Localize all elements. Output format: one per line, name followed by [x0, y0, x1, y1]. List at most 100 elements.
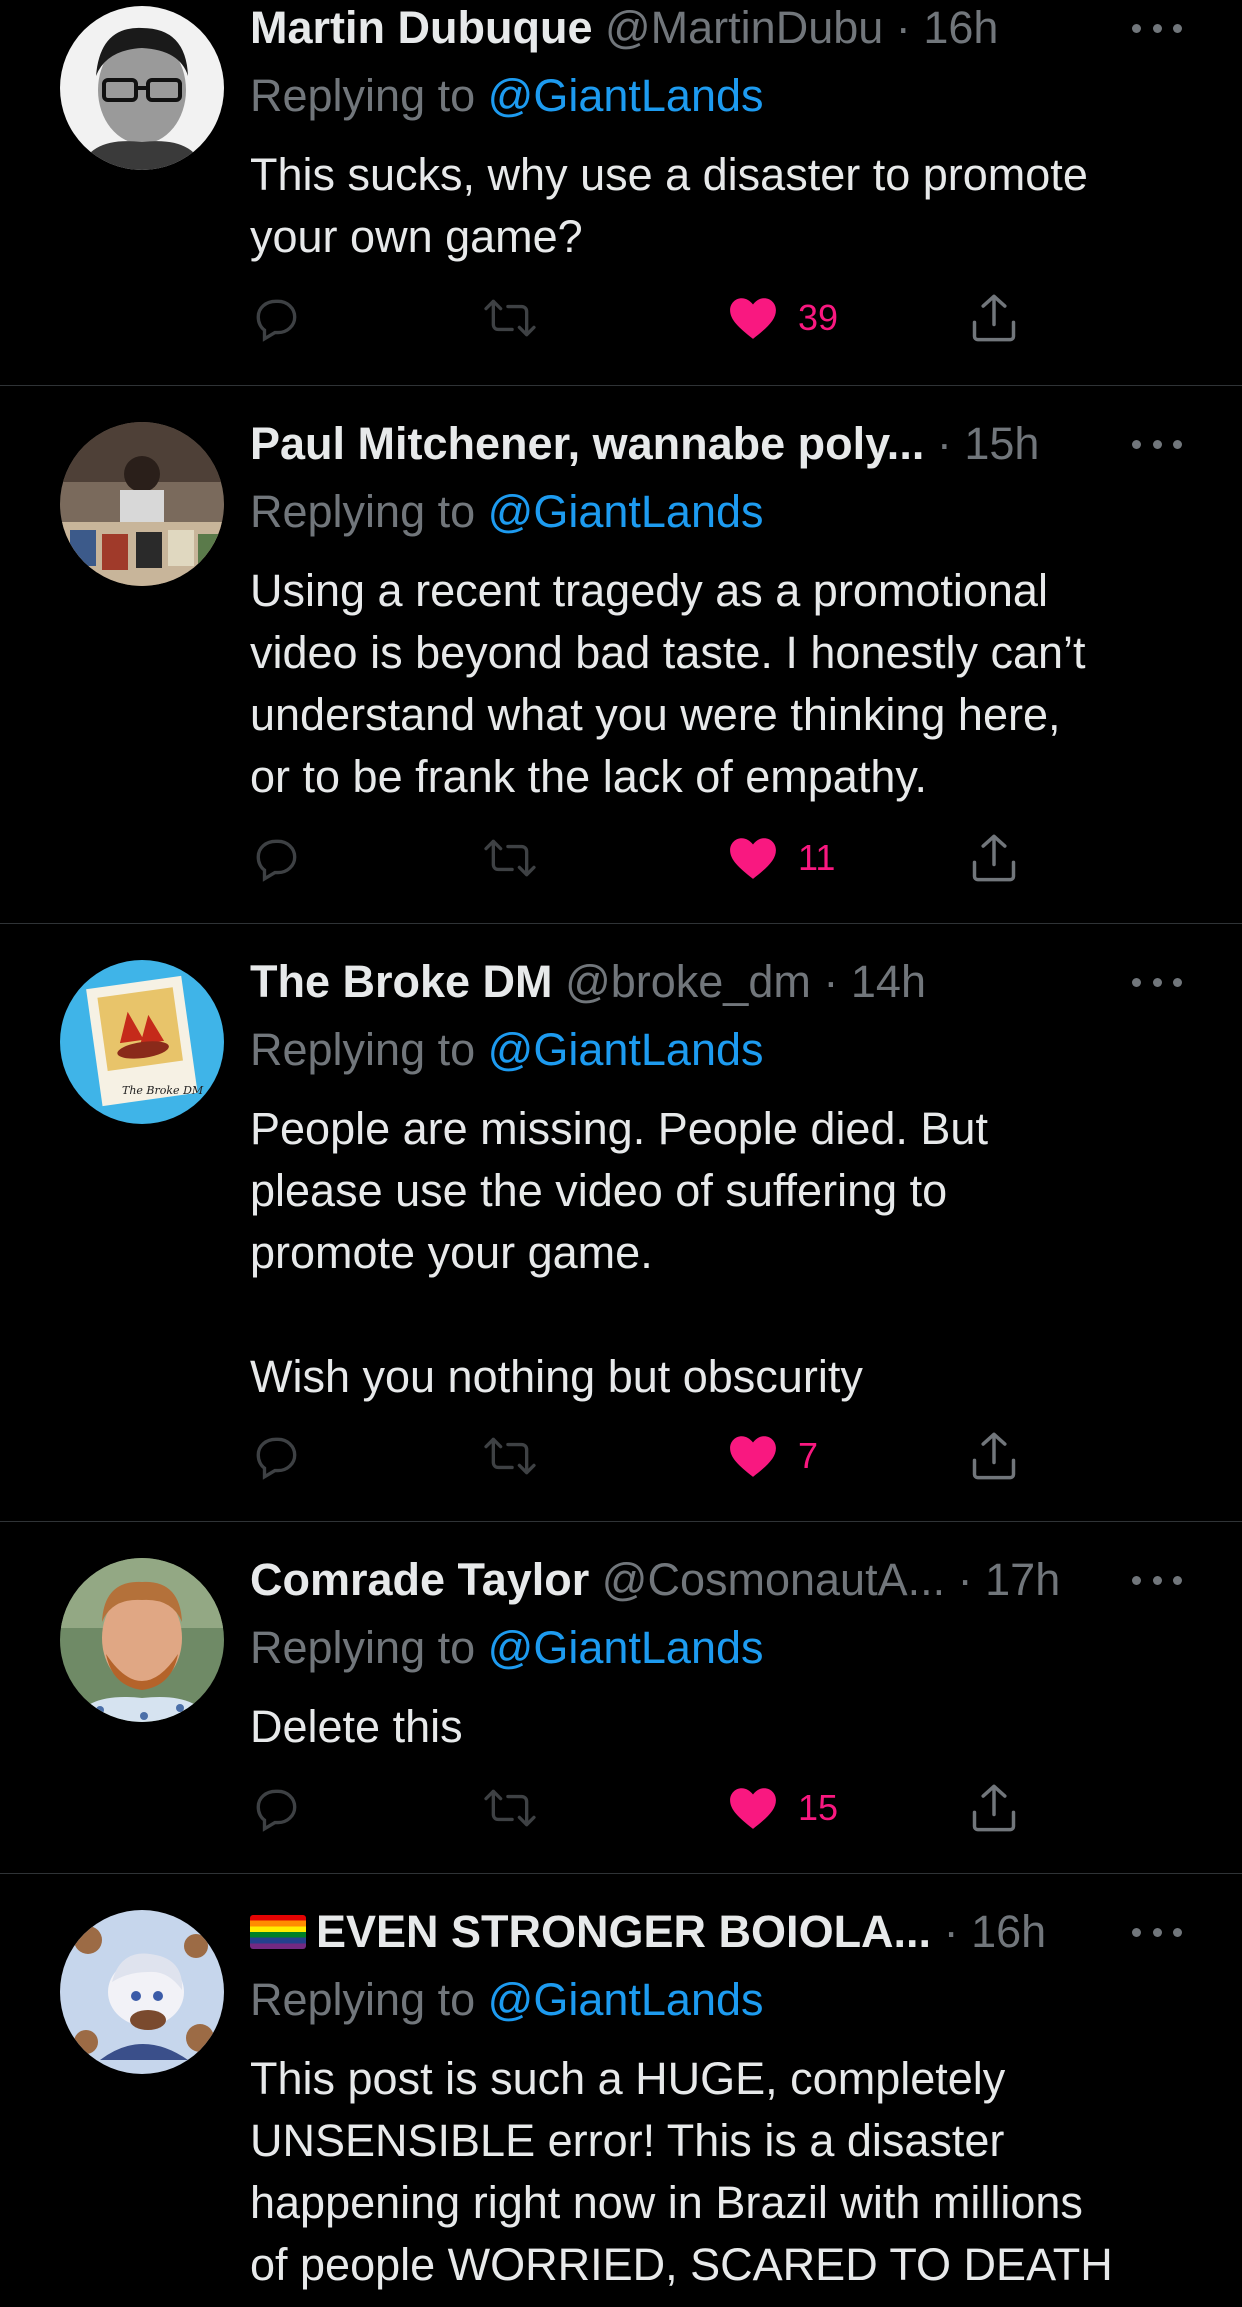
- share-button[interactable]: [968, 288, 1020, 348]
- timestamp[interactable]: 16h: [971, 1906, 1046, 1957]
- share-icon: [972, 1432, 1016, 1480]
- reply-icon: [256, 1789, 297, 1832]
- like-count: 39: [798, 297, 839, 338]
- retweet-icon: [484, 1437, 536, 1475]
- share-icon: [972, 294, 1016, 342]
- like-count: 15: [798, 1787, 839, 1828]
- avatar-photo: [60, 1910, 224, 2074]
- separator-dot: ·: [823, 956, 839, 1007]
- reply-icon: [256, 299, 297, 342]
- action-bar: 11: [250, 828, 1050, 888]
- user-handle[interactable]: @CosmonautA...: [602, 1554, 945, 1605]
- replying-to-label: Replying to: [250, 486, 476, 537]
- display-name[interactable]: The Broke DM: [250, 956, 553, 1007]
- tweet[interactable]: EVEN STRONGER BOIOLA... · 16h Replying t…: [0, 1874, 1242, 2307]
- avatar[interactable]: [60, 1910, 224, 2074]
- retweet-button[interactable]: [482, 1778, 538, 1838]
- like-count: 11: [798, 837, 836, 878]
- display-name[interactable]: EVEN STRONGER BOIOLA...: [316, 1906, 931, 1957]
- like-button[interactable]: 39: [728, 288, 838, 348]
- tweet-header: Comrade Taylor @CosmonautA... · 17h: [250, 1552, 1112, 1608]
- more-icon[interactable]: [1132, 972, 1182, 992]
- replying-to: Replying to @GiantLands: [250, 1972, 764, 2028]
- like-heart-icon: [730, 1788, 776, 1829]
- avatar[interactable]: [60, 422, 224, 586]
- separator-dot: ·: [957, 1554, 973, 1605]
- avatar-photo: The Broke DM: [60, 960, 224, 1124]
- rainbow-flag-icon: [250, 1915, 306, 1949]
- tweet-text: This sucks, why use a disaster to promot…: [250, 149, 1088, 262]
- timestamp[interactable]: 14h: [851, 956, 926, 1007]
- replying-to-handle[interactable]: @GiantLands: [488, 486, 764, 537]
- reply-button[interactable]: [252, 828, 302, 888]
- separator-dot: ·: [936, 418, 952, 469]
- like-button[interactable]: 15: [728, 1778, 838, 1838]
- replying-to-handle[interactable]: @GiantLands: [488, 1024, 764, 1075]
- replying-to-label: Replying to: [250, 1024, 476, 1075]
- replying-to-handle[interactable]: @GiantLands: [488, 70, 764, 121]
- tweet-header: Martin Dubuque @MartinDubu · 16h: [250, 0, 1112, 56]
- avatar-photo: [60, 6, 224, 170]
- tweet[interactable]: The Broke DM The Broke DM @broke_dm · 14…: [0, 924, 1242, 1522]
- user-handle[interactable]: @broke_dm: [565, 956, 811, 1007]
- share-button[interactable]: [968, 1778, 1020, 1838]
- like-count: 7: [798, 1435, 819, 1476]
- replying-to: Replying to @GiantLands: [250, 484, 764, 540]
- reply-button[interactable]: [252, 288, 302, 348]
- tweet[interactable]: Comrade Taylor @CosmonautA... · 17h Repl…: [0, 1522, 1242, 1874]
- tweet-header: Paul Mitchener, wannabe poly... · 15h: [250, 416, 1112, 472]
- action-bar: 39: [250, 288, 1050, 348]
- like-heart-icon: [730, 298, 776, 339]
- user-handle[interactable]: @MartinDubu: [605, 2, 883, 53]
- retweet-button[interactable]: [482, 288, 538, 348]
- avatar-photo: [60, 422, 224, 586]
- like-button[interactable]: 11: [728, 828, 835, 888]
- replying-to-label: Replying to: [250, 1622, 476, 1673]
- like-heart-icon: [730, 838, 776, 879]
- avatar[interactable]: The Broke DM: [60, 960, 224, 1124]
- share-button[interactable]: [968, 828, 1020, 888]
- action-bar: 7: [250, 1426, 1050, 1486]
- replying-to: Replying to @GiantLands: [250, 1022, 764, 1078]
- retweet-button[interactable]: [482, 828, 538, 888]
- more-icon[interactable]: [1132, 434, 1182, 454]
- share-icon: [972, 1784, 1016, 1832]
- replying-to-handle[interactable]: @GiantLands: [488, 1622, 764, 1673]
- replying-to-label: Replying to: [250, 1974, 476, 2025]
- display-name[interactable]: Martin Dubuque: [250, 2, 592, 53]
- more-icon[interactable]: [1132, 1570, 1182, 1590]
- share-icon: [972, 834, 1016, 882]
- timestamp[interactable]: 15h: [964, 418, 1039, 469]
- avatar[interactable]: [60, 6, 224, 170]
- tweet-text: People are missing. People died. But ple…: [250, 1103, 988, 1402]
- like-heart-icon: [730, 1436, 776, 1477]
- tweet-text: Delete this: [250, 1701, 463, 1752]
- tweet-text: Using a recent tragedy as a promotional …: [250, 565, 1086, 802]
- tweet[interactable]: Paul Mitchener, wannabe poly... · 15h Re…: [0, 386, 1242, 924]
- retweet-icon: [484, 299, 536, 337]
- tweet-text: This post is such a HUGE, completely UNS…: [250, 2053, 1113, 2290]
- display-name[interactable]: Paul Mitchener, wannabe poly...: [250, 418, 924, 469]
- tweet[interactable]: Martin Dubuque @MartinDubu · 16h Replyin…: [0, 0, 1242, 386]
- timestamp[interactable]: 16h: [923, 2, 998, 53]
- retweet-button[interactable]: [482, 1426, 538, 1486]
- more-icon[interactable]: [1132, 18, 1182, 38]
- timestamp[interactable]: 17h: [985, 1554, 1060, 1605]
- replying-to-label: Replying to: [250, 70, 476, 121]
- retweet-icon: [484, 1789, 536, 1827]
- replying-to-handle[interactable]: @GiantLands: [488, 1974, 764, 2025]
- separator-dot: ·: [895, 2, 911, 53]
- separator-dot: ·: [943, 1906, 959, 1957]
- like-button[interactable]: 7: [728, 1426, 818, 1486]
- replying-to: Replying to @GiantLands: [250, 68, 764, 124]
- action-bar: 15: [250, 1778, 1050, 1838]
- reply-button[interactable]: [252, 1426, 302, 1486]
- share-button[interactable]: [968, 1426, 1020, 1486]
- reply-button[interactable]: [252, 1778, 302, 1838]
- tweet-header: The Broke DM @broke_dm · 14h: [250, 954, 1112, 1010]
- avatar[interactable]: [60, 1558, 224, 1722]
- replying-to: Replying to @GiantLands: [250, 1620, 764, 1676]
- display-name[interactable]: Comrade Taylor: [250, 1554, 589, 1605]
- more-icon[interactable]: [1132, 1922, 1182, 1942]
- reply-icon: [256, 839, 297, 882]
